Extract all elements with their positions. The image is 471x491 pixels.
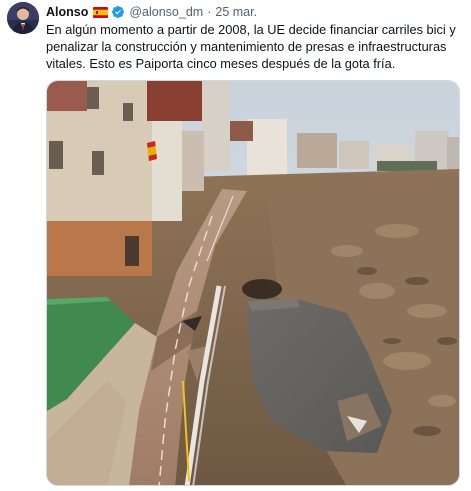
tweet-header: Alonso @alonso_dm · 25 mar.	[46, 4, 257, 20]
tweet-text-line: vitales. Esto es Paiporta cinco meses de…	[46, 56, 396, 71]
tweet-card[interactable]: Alonso @alonso_dm · 25 mar. En algún mom…	[0, 0, 471, 491]
author-avatar[interactable]	[7, 2, 39, 34]
spain-flag-icon	[93, 6, 109, 18]
verified-badge-icon[interactable]	[111, 5, 125, 19]
tweet-date[interactable]: 25 mar.	[215, 5, 257, 19]
tweet-text-line: penalizar la construcción y mantenimient…	[46, 39, 447, 54]
tweet-text: En algún momento a partir de 2008, la UE…	[46, 21, 462, 72]
photo-flood-damaged-bike-lane	[47, 81, 459, 485]
tweet-text-line: En algún momento a partir de 2008, la UE…	[46, 22, 456, 37]
separator-dot: ·	[207, 5, 212, 19]
author-name[interactable]: Alonso	[46, 5, 88, 19]
author-handle[interactable]: @alonso_dm	[129, 5, 203, 19]
tweet-photo[interactable]	[46, 80, 460, 486]
